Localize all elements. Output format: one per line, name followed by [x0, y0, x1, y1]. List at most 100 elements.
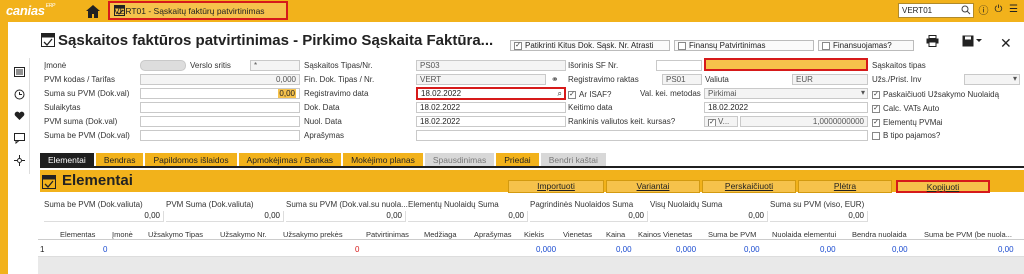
tab-elementai[interactable]: Elementai	[40, 153, 94, 167]
tab-vert01[interactable]: VERT01 - Sąskaitų faktūrų patvirtinimas	[108, 1, 288, 20]
column-header[interactable]: Suma be PVM (be nuola...	[924, 230, 1012, 239]
top-search-input[interactable]: VERT01	[898, 3, 974, 18]
tab-papildomos-islaidos[interactable]: Papildomos išlaidos	[145, 153, 237, 167]
check-finance-approval[interactable]: Finansų Patvirtinimas	[674, 40, 814, 51]
sum-without-vat-field[interactable]	[140, 130, 300, 141]
label-invoice-type: Sąskaitos Tipas/Nr.	[304, 61, 373, 70]
cell-quantity[interactable]: 0,000	[536, 245, 556, 254]
left-rail	[0, 22, 8, 274]
column-header[interactable]: Patvirtinimas	[366, 230, 409, 239]
calc-order-discount-checkbox[interactable]: ✓ Paskaičiuoti Užsakymo Nuolaidą	[872, 89, 999, 99]
cell-sum-without-vat[interactable]: 0,00	[744, 245, 760, 254]
variants-button[interactable]: Variantai	[606, 180, 700, 193]
tab-priedai[interactable]: Priedai	[496, 153, 539, 167]
cell-element-discount[interactable]: 0,00	[820, 245, 836, 254]
checkbox[interactable]	[678, 41, 686, 50]
menu-icon[interactable]: ☰	[1008, 3, 1019, 15]
fin-doc-type-field[interactable]: VERT	[416, 74, 546, 85]
doc-date-field[interactable]: 18.02.2022	[416, 102, 566, 113]
table-row[interactable]	[38, 241, 1024, 257]
search-icon[interactable]: ⌕	[558, 89, 562, 98]
checkbox[interactable]: ✓	[514, 41, 522, 50]
tab-apmokejimas[interactable]: Apmokėjimas / Bankas	[238, 153, 342, 167]
isaf-checkbox[interactable]: ✓ Ar ISAF?	[568, 89, 611, 99]
document-icon	[41, 33, 55, 47]
manual-rate-checkbox[interactable]: ✓ V...	[704, 116, 738, 127]
column-header[interactable]: Užsakymo Tipas	[148, 230, 203, 239]
label-sum-with-vat: Suma su PVM (Dok.val)	[44, 89, 130, 98]
calc-vats-auto-checkbox[interactable]: ✓ Calc. VATs Auto	[872, 103, 939, 113]
checkbox[interactable]	[822, 41, 830, 50]
company-field[interactable]	[140, 60, 186, 71]
sum-with-vat-field[interactable]: 0,00	[140, 88, 300, 99]
column-header[interactable]: Įmonė	[112, 230, 133, 239]
external-invoice-nr-field[interactable]	[656, 60, 702, 71]
column-header[interactable]: Kaina	[606, 230, 625, 239]
column-header[interactable]: Suma be PVM	[708, 230, 756, 239]
label-company: Įmonė	[44, 61, 67, 70]
tab-bar: Elementai Bendras Papildomos išlaidos Ap…	[40, 153, 606, 167]
discount-date-field[interactable]: 18.02.2022	[416, 116, 566, 127]
extension-button[interactable]: Plėtra	[798, 180, 892, 193]
column-header[interactable]: Kiekis	[524, 230, 544, 239]
list-icon[interactable]	[13, 66, 25, 78]
cell-total-discount[interactable]: 0,00	[892, 245, 908, 254]
cell-price[interactable]: 0,00	[616, 245, 632, 254]
invoice-type-field[interactable]: PS03	[416, 60, 566, 71]
import-button[interactable]: Importuoti	[508, 180, 604, 193]
verslo-sritis-field[interactable]: *	[250, 60, 300, 71]
copy-button[interactable]: Kopijuoti	[896, 180, 990, 193]
heart-icon[interactable]	[13, 110, 25, 122]
currency-field[interactable]: EUR	[792, 74, 868, 85]
total-label: Suma su PVM (Dok.val.su nuola...	[286, 200, 408, 209]
chat-icon[interactable]	[13, 132, 25, 144]
column-header[interactable]: Užsakymo prekės	[283, 230, 343, 239]
network-icon[interactable]	[13, 154, 25, 166]
link-icon[interactable]: ⚭	[551, 74, 559, 85]
tab-label: VERT01 - Sąskaitų faktūrų patvirtinimas	[114, 5, 265, 16]
vat-code-field[interactable]: 0,000	[140, 74, 300, 85]
search-icon[interactable]	[961, 5, 971, 15]
exchange-method-select[interactable]: Pirkimai ▾	[704, 88, 868, 99]
description-field[interactable]	[416, 130, 868, 141]
close-icon[interactable]: ✕	[1000, 35, 1012, 52]
b-type-income-checkbox[interactable]: B tipo pajamos?	[872, 131, 940, 142]
registration-date-field[interactable]: 18.02.2022 ⌕	[416, 87, 566, 100]
row-number: 1	[40, 245, 45, 254]
column-header[interactable]: Vienetas	[563, 230, 592, 239]
print-icon[interactable]	[926, 35, 939, 50]
cell-order-items[interactable]: 0	[355, 245, 359, 254]
home-button[interactable]	[82, 1, 104, 21]
tab-mokejimo-planas[interactable]: Mokėjimo planas	[343, 153, 423, 167]
recalculate-button[interactable]: Perskaičiuoti	[702, 180, 796, 193]
column-header[interactable]: Bendra nuolaida	[852, 230, 907, 239]
column-header[interactable]: Elementas	[60, 230, 95, 239]
column-header[interactable]: Užsakymo Nr.	[220, 230, 267, 239]
user-icon[interactable]: ⏻	[993, 3, 1004, 15]
order-delivery-inv-select[interactable]: ▾	[964, 74, 1020, 85]
registration-key-field[interactable]: PS01	[662, 74, 702, 85]
vat-sum-field[interactable]	[140, 116, 300, 127]
history-icon[interactable]	[13, 88, 25, 100]
save-icon[interactable]	[962, 35, 982, 50]
element-vats-checkbox[interactable]: ✓ Elementų PVMai	[872, 117, 943, 127]
column-header[interactable]: Nuolaida elementui	[772, 230, 836, 239]
total-value: 0,00	[44, 211, 164, 222]
exchange-rate-field[interactable]: 1,0000000000	[740, 116, 868, 127]
change-date-field[interactable]: 18.02.2022	[704, 102, 868, 113]
check-financed[interactable]: Finansuojamas?	[818, 40, 914, 51]
column-header[interactable]: Medžiaga	[424, 230, 457, 239]
withheld-field[interactable]	[140, 102, 300, 113]
tab-bendri-kastai[interactable]: Bendri kaštai	[540, 153, 606, 167]
tab-spausdinimas[interactable]: Spausdinimas	[424, 153, 495, 167]
side-toolbar	[8, 58, 30, 174]
cell-sum-no-discount[interactable]: 0,00	[998, 245, 1014, 254]
cell-company[interactable]: 0	[103, 245, 107, 254]
tab-bendras[interactable]: Bendras	[95, 153, 144, 167]
help-icon[interactable]: ⓘ	[978, 3, 989, 17]
column-header[interactable]: Kainos Vienetas	[638, 230, 692, 239]
column-header[interactable]: Aprašymas	[474, 230, 512, 239]
check-other-docs[interactable]: ✓ Patikrinti Kitus Dok. Sąsk. Nr. Atrasti	[510, 40, 670, 51]
cell-price-unit[interactable]: 0,000	[676, 245, 696, 254]
invoice-kind-field[interactable]	[704, 58, 868, 71]
